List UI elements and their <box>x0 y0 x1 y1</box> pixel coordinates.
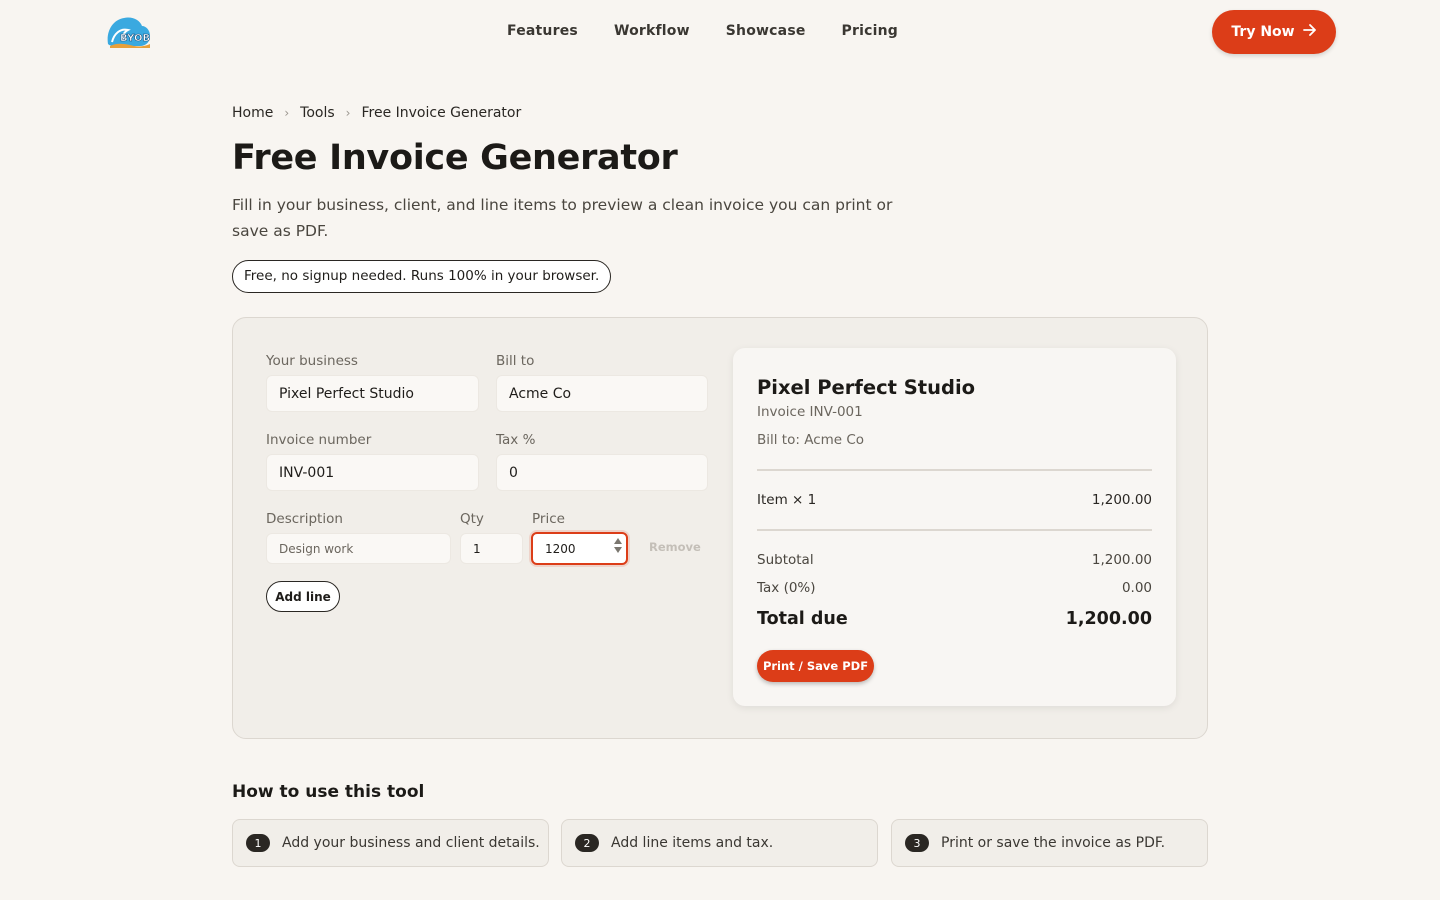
tax-input[interactable]: 0 <box>496 454 708 491</box>
breadcrumb-current: Free Invoice Generator <box>361 105 522 121</box>
preview-subtotal-value: 1,200.00 <box>1091 552 1152 568</box>
preview-bill-to: Bill to: Acme Co <box>757 432 865 448</box>
how-to-title: How to use this tool <box>232 782 425 802</box>
line-description-input[interactable]: Design work <box>266 533 451 564</box>
chevron-right-icon: › <box>284 106 290 120</box>
line-price-input[interactable]: 1200 <box>531 532 628 565</box>
add-line-button[interactable]: Add line <box>266 581 340 612</box>
info-pill: Free, no signup needed. Runs 100% in you… <box>232 260 612 293</box>
description-label: Description <box>266 511 343 527</box>
chevron-right-icon: › <box>345 106 351 120</box>
preview-invoice-number: Invoice INV-001 <box>757 404 863 420</box>
nav-workflow[interactable]: Workflow <box>614 23 690 39</box>
how-step-2: 2 Add line items and tax. <box>561 819 878 867</box>
preview-item-amount: 1,200.00 <box>1091 492 1152 508</box>
preview-subtotal-row: Subtotal 1,200.00 <box>757 552 1152 568</box>
spin-down-icon[interactable] <box>614 547 622 553</box>
preview-tax-value: 0.00 <box>1121 580 1152 596</box>
byob-logo[interactable]: BYOB <box>104 14 154 50</box>
page-title: Free Invoice Generator <box>232 138 678 178</box>
preview-item-label: Item × 1 <box>757 492 817 508</box>
preview-total-value: 1,200.00 <box>1065 609 1152 629</box>
preview-divider <box>757 529 1152 531</box>
print-save-pdf-button[interactable]: Print / Save PDF <box>757 650 874 682</box>
step-number-badge: 2 <box>575 834 599 852</box>
svg-text:BYOB: BYOB <box>120 33 150 44</box>
preview-total-label: Total due <box>757 609 848 629</box>
qty-label: Qty <box>460 511 484 527</box>
invoice-number-label: Invoice number <box>266 432 372 448</box>
preview-tax-row: Tax (0%) 0.00 <box>757 580 1152 596</box>
invoice-tool-card: Your business Pixel Perfect Studio Bill … <box>232 317 1208 739</box>
preview-total-row: Total due 1,200.00 <box>757 609 1152 629</box>
remove-line-button[interactable]: Remove <box>649 540 701 554</box>
preview-subtotal-label: Subtotal <box>757 552 814 568</box>
preview-tax-label: Tax (0%) <box>757 580 816 596</box>
main-nav: Features Workflow Showcase Pricing <box>507 23 934 39</box>
step-number-badge: 3 <box>905 834 929 852</box>
step-text: Add your business and client details. <box>282 835 540 851</box>
nav-showcase[interactable]: Showcase <box>726 23 806 39</box>
how-step-1: 1 Add your business and client details. <box>232 819 549 867</box>
tax-label: Tax % <box>496 432 536 448</box>
site-header: BYOB Features Workflow Showcase Pricing … <box>0 0 1440 64</box>
business-input[interactable]: Pixel Perfect Studio <box>266 375 479 412</box>
breadcrumb: Home › Tools › Free Invoice Generator <box>232 105 521 121</box>
number-spinner[interactable] <box>614 538 622 553</box>
bill-to-label: Bill to <box>496 353 535 369</box>
nav-features[interactable]: Features <box>507 23 578 39</box>
try-now-label: Try Now <box>1231 24 1295 40</box>
page-description: Fill in your business, client, and line … <box>232 196 893 240</box>
preview-business: Pixel Perfect Studio <box>757 376 976 399</box>
how-step-3: 3 Print or save the invoice as PDF. <box>891 819 1208 867</box>
breadcrumb-tools[interactable]: Tools <box>300 105 335 121</box>
invoice-number-input[interactable]: INV-001 <box>266 454 479 491</box>
arrow-right-icon <box>1302 24 1317 40</box>
preview-divider <box>757 469 1152 471</box>
line-qty-input[interactable]: 1 <box>460 533 523 564</box>
step-text: Print or save the invoice as PDF. <box>941 835 1166 851</box>
step-text: Add line items and tax. <box>611 835 774 851</box>
line-price-value: 1200 <box>545 541 576 556</box>
preview-line-item: Item × 1 1,200.00 <box>757 492 1152 508</box>
invoice-preview: Pixel Perfect Studio Invoice INV-001 Bil… <box>733 348 1176 706</box>
spin-up-icon[interactable] <box>614 538 622 544</box>
step-number-badge: 1 <box>246 834 270 852</box>
try-now-button[interactable]: Try Now <box>1212 10 1336 54</box>
nav-pricing[interactable]: Pricing <box>842 23 898 39</box>
business-label: Your business <box>266 353 358 369</box>
breadcrumb-home[interactable]: Home <box>232 105 273 121</box>
price-label: Price <box>532 511 565 527</box>
bill-to-input[interactable]: Acme Co <box>496 375 708 412</box>
